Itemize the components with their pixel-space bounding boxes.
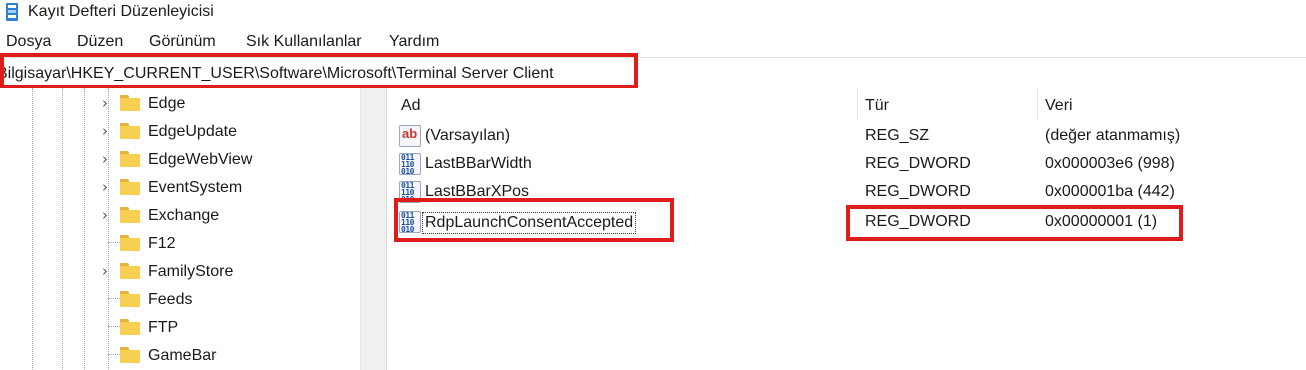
folder-icon bbox=[120, 263, 140, 279]
tree-connector bbox=[108, 326, 120, 327]
tree-item-label: GameBar bbox=[148, 347, 217, 364]
tree-item-label: EdgeWebView bbox=[148, 151, 253, 168]
value-data: (değer atanmamış) bbox=[1045, 127, 1181, 144]
menu-favorites[interactable]: Sık Kullanılanlar bbox=[246, 32, 362, 52]
tree-item-edgeupdate[interactable]: › EdgeUpdate bbox=[100, 118, 360, 146]
address-path[interactable]: Bilgisayar\HKEY_CURRENT_USER\Software\Mi… bbox=[0, 64, 554, 84]
column-header-type[interactable]: Tür bbox=[865, 96, 889, 116]
tree-item-eventsystem[interactable]: › EventSystem bbox=[100, 174, 360, 202]
chevron-right-icon[interactable]: › bbox=[102, 207, 108, 223]
column-divider[interactable] bbox=[857, 88, 858, 120]
tree-item-label: EventSystem bbox=[148, 179, 243, 196]
tree-item-familystore[interactable]: › FamilyStore bbox=[100, 258, 360, 286]
menu-help[interactable]: Yardım bbox=[389, 32, 439, 52]
key-tree[interactable]: › Edge › EdgeUpdate › EdgeWebView › Even… bbox=[0, 88, 360, 370]
string-value-icon: ab bbox=[399, 125, 421, 147]
tree-guide-line bbox=[84, 88, 85, 370]
tree-connector bbox=[108, 298, 120, 299]
tree-item-label: Exchange bbox=[148, 207, 220, 224]
value-name: LastBBarXPos bbox=[425, 183, 530, 200]
value-row-selected[interactable]: 011 110 010 RdpLaunchConsentAccepted REG_D… bbox=[393, 208, 1306, 236]
value-list[interactable]: Ad Tür Veri ab (Varsayılan) REG_SZ (değe… bbox=[393, 88, 1306, 370]
tree-item-label: EdgeUpdate bbox=[148, 123, 237, 140]
value-name: RdpLaunchConsentAccepted bbox=[422, 212, 637, 234]
menu-file[interactable]: Dosya bbox=[6, 32, 51, 52]
value-type: REG_DWORD bbox=[865, 183, 971, 200]
value-name: (Varsayılan) bbox=[425, 127, 511, 144]
tree-item-label: Feeds bbox=[148, 291, 193, 308]
folder-icon bbox=[120, 347, 140, 363]
regedit-icon bbox=[6, 3, 18, 21]
dword-value-icon: 011 110 010 bbox=[399, 211, 421, 233]
menu-bar: Dosya Düzen Görünüm Sık Kullanılanlar Ya… bbox=[0, 30, 1306, 54]
menu-edit[interactable]: Düzen bbox=[77, 32, 123, 52]
dword-value-icon: 011 110 010 bbox=[399, 181, 421, 203]
window-title: Kayıt Defteri Düzenleyicisi bbox=[28, 3, 214, 20]
column-header-data[interactable]: Veri bbox=[1045, 96, 1073, 116]
value-data: 0x00000001 (1) bbox=[1045, 213, 1158, 230]
value-row[interactable]: 011 110 010 LastBBarWidth REG_DWORD 0x0000… bbox=[393, 150, 1306, 178]
value-type: REG_DWORD bbox=[865, 155, 971, 172]
folder-icon bbox=[120, 235, 140, 251]
folder-icon bbox=[120, 123, 140, 139]
value-type: REG_SZ bbox=[865, 127, 930, 144]
tree-item-edgewebview[interactable]: › EdgeWebView bbox=[100, 146, 360, 174]
dword-value-icon: 011 110 010 bbox=[399, 153, 421, 175]
tree-scrollbar[interactable] bbox=[360, 88, 387, 370]
chevron-right-icon[interactable]: › bbox=[102, 263, 108, 279]
tree-item-feeds[interactable]: Feeds bbox=[100, 286, 360, 314]
folder-icon bbox=[120, 319, 140, 335]
folder-icon bbox=[120, 179, 140, 195]
value-data: 0x000001ba (442) bbox=[1045, 183, 1175, 200]
tree-item-label: FamilyStore bbox=[148, 263, 234, 280]
value-row[interactable]: ab (Varsayılan) REG_SZ (değer atanmamış) bbox=[393, 122, 1306, 150]
tree-item-exchange[interactable]: › Exchange bbox=[100, 202, 360, 230]
tree-item-gamebar[interactable]: GameBar bbox=[100, 342, 360, 370]
pane-splitter[interactable] bbox=[386, 88, 393, 370]
value-row[interactable]: 011 110 010 LastBBarXPos REG_DWORD 0x00000… bbox=[393, 178, 1306, 206]
folder-icon bbox=[120, 151, 140, 167]
tree-item-label: FTP bbox=[148, 319, 179, 336]
tree-item-edge[interactable]: › Edge bbox=[100, 90, 360, 118]
chevron-right-icon[interactable]: › bbox=[102, 123, 108, 139]
value-type: REG_DWORD bbox=[865, 213, 971, 230]
tree-item-label: Edge bbox=[148, 95, 186, 112]
menu-view[interactable]: Görünüm bbox=[149, 32, 216, 52]
value-data: 0x000003e6 (998) bbox=[1045, 155, 1175, 172]
address-bar[interactable]: Bilgisayar\HKEY_CURRENT_USER\Software\Mi… bbox=[0, 57, 1306, 89]
chevron-right-icon[interactable]: › bbox=[102, 151, 108, 167]
folder-icon bbox=[120, 207, 140, 223]
chevron-right-icon[interactable]: › bbox=[102, 95, 108, 111]
folder-icon bbox=[120, 291, 140, 307]
column-divider[interactable] bbox=[1037, 88, 1038, 120]
tree-guide-line bbox=[62, 88, 63, 370]
folder-icon bbox=[120, 95, 140, 111]
tree-item-ftp[interactable]: FTP bbox=[100, 314, 360, 342]
chevron-right-icon[interactable]: › bbox=[102, 179, 108, 195]
title-bar: Kayıt Defteri Düzenleyicisi bbox=[0, 0, 1306, 26]
column-header-name[interactable]: Ad bbox=[401, 96, 421, 116]
tree-connector bbox=[108, 242, 120, 243]
value-name: LastBBarWidth bbox=[425, 155, 532, 172]
tree-item-f12[interactable]: F12 bbox=[100, 230, 360, 258]
tree-item-label: F12 bbox=[148, 235, 176, 252]
tree-connector bbox=[108, 354, 120, 355]
tree-guide-line bbox=[32, 88, 33, 370]
